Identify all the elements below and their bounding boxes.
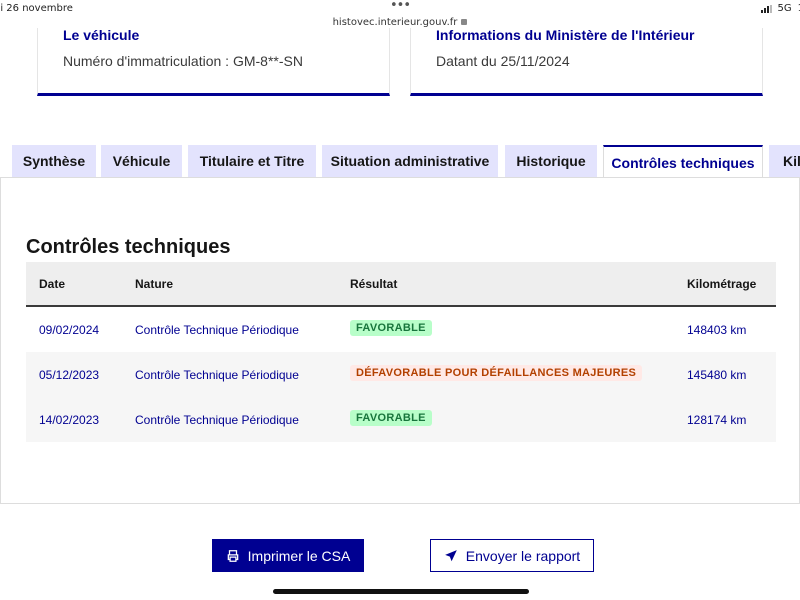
row-date: 05/12/2023 [39, 368, 100, 382]
column-header-nature: Nature [135, 277, 174, 291]
table-row: 14/02/2023 Contrôle Technique Périodique… [26, 397, 776, 442]
send-icon [444, 549, 457, 561]
home-indicator[interactable] [273, 589, 529, 594]
row-km: 128174 km [687, 413, 747, 427]
tab-situation-administrative[interactable]: Situation administrative [322, 145, 498, 177]
row-date: 14/02/2023 [39, 413, 100, 427]
column-header-km: Kilométrage [687, 277, 757, 291]
print-label: Imprimer le CSA [247, 547, 351, 564]
result-badge: FAVORABLE [350, 320, 432, 336]
registration-number: Numéro d'immatriculation : GM-8**-SN [63, 53, 303, 69]
row-nature: Contrôle Technique Périodique [135, 323, 299, 337]
row-date: 09/02/2024 [39, 323, 100, 337]
column-header-date: Date [39, 277, 66, 291]
tab-titulaire-titre[interactable]: Titulaire et Titre [188, 145, 316, 177]
lock-icon [461, 19, 468, 25]
section-title: Contrôles techniques [26, 236, 231, 258]
table-row: 05/12/2023 Contrôle Technique Périodique… [26, 352, 776, 397]
vehicle-card-title: Le véhicule [63, 27, 140, 43]
more-dots-icon[interactable]: ••• [390, 0, 411, 13]
tab-list: Synthèse Véhicule Titulaire et Titre Sit… [0, 145, 800, 178]
tab-vehicule[interactable]: Véhicule [101, 145, 182, 177]
tab-controles-techniques[interactable]: Contrôles techniques [603, 145, 763, 178]
ministry-card: Informations du Ministère de l'Intérieur… [410, 27, 763, 96]
result-badge: DÉFAVORABLE POUR DÉFAILLANCES MAJEURES [350, 365, 643, 381]
ministry-card-title: Informations du Ministère de l'Intérieur [436, 27, 695, 43]
inspections-table: Date Nature Résultat Kilométrage 09/02/2… [26, 262, 776, 442]
status-date: di 26 novembre [0, 3, 73, 14]
data-date: Datant du 25/11/2024 [436, 53, 570, 69]
row-nature: Contrôle Technique Périodique [135, 413, 299, 427]
print-csa-button[interactable]: Imprimer le CSA [212, 539, 364, 572]
table-header: Date Nature Résultat Kilométrage [26, 262, 776, 307]
row-km: 148403 km [687, 323, 747, 337]
table-row: 09/02/2024 Contrôle Technique Périodique… [26, 307, 776, 352]
vehicle-card: Le véhicule Numéro d'immatriculation : G… [37, 27, 390, 96]
column-header-result: Résultat [350, 277, 398, 291]
signal-icon [760, 4, 772, 13]
tab-historique[interactable]: Historique [505, 145, 597, 177]
send-label: Envoyer le rapport [465, 547, 581, 564]
result-badge: FAVORABLE [350, 410, 432, 426]
page: di 26 novembre ••• histovec.interieur.go… [0, 0, 800, 600]
row-nature: Contrôle Technique Périodique [135, 368, 299, 382]
tab-synthese[interactable]: Synthèse [12, 145, 96, 177]
status-indicators: 5G 1 [760, 3, 800, 14]
tab-kilometrage[interactable]: Kilo [769, 145, 800, 177]
send-report-button[interactable]: Envoyer le rapport [430, 539, 594, 572]
status-bar: di 26 novembre ••• histovec.interieur.go… [0, 0, 800, 30]
tab-panel: Contrôles techniques Date Nature Résulta… [0, 177, 800, 504]
row-km: 145480 km [687, 368, 747, 382]
printer-icon [227, 549, 238, 562]
network-label: 5G [777, 3, 792, 14]
